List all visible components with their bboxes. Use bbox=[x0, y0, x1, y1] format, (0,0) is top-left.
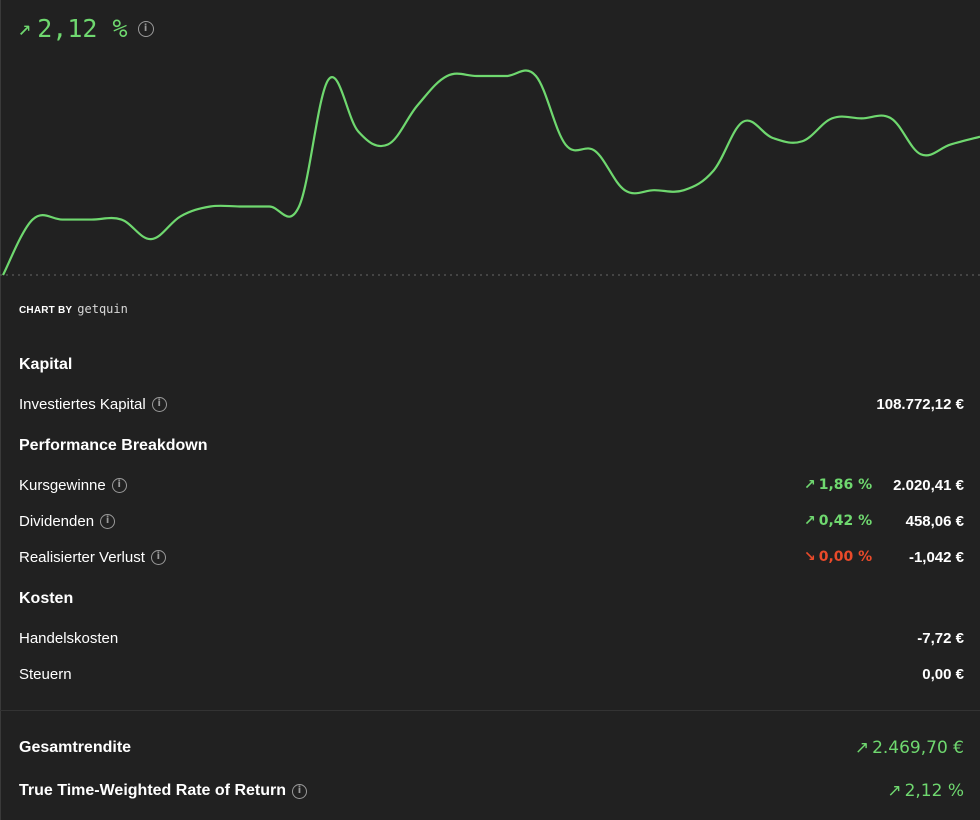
performance-line bbox=[2, 69, 980, 276]
arrow-up-right-icon: ↗ bbox=[804, 513, 816, 529]
chart-point[interactable] bbox=[799, 138, 805, 144]
gesamtrendite-value: ↗ 2.469,70 € bbox=[855, 738, 964, 758]
row-realisierter-verlust: Realisierter Verlust i ↘ 0,00 % -1,042 € bbox=[19, 546, 964, 568]
chart-point[interactable] bbox=[918, 151, 924, 157]
divider bbox=[0, 710, 980, 711]
kursgewinne-label: Kursgewinne bbox=[19, 476, 106, 494]
investiert-value: 108.772,12 € bbox=[876, 395, 964, 413]
kursgewinne-pct: ↗ 1,86 % bbox=[804, 477, 874, 493]
verlust-pct-value: 0,00 % bbox=[818, 549, 873, 565]
chart-point[interactable] bbox=[651, 187, 657, 193]
performance-headline: ↗ 2,12 % i bbox=[18, 14, 154, 43]
row-kursgewinne: Kursgewinne i ↗ 1,86 % 2.020,41 € bbox=[19, 474, 964, 496]
chart-point[interactable] bbox=[533, 73, 539, 79]
chart-point[interactable] bbox=[237, 203, 243, 209]
row-label: Realisierter Verlust i bbox=[19, 549, 166, 566]
performance-chart[interactable] bbox=[0, 0, 980, 300]
verlust-value: -1,042 € bbox=[908, 548, 964, 566]
chart-point[interactable] bbox=[711, 168, 717, 174]
info-icon[interactable]: i bbox=[292, 783, 307, 799]
verlust-label: Realisierter Verlust bbox=[19, 548, 145, 566]
row-investiertes-kapital: Investiertes Kapital i 108.772,12 € bbox=[19, 393, 964, 415]
kursgewinne-value: 2.020,41 € bbox=[893, 476, 964, 494]
chart-point[interactable] bbox=[355, 128, 361, 134]
chart-point[interactable] bbox=[89, 217, 95, 223]
chart-point[interactable] bbox=[859, 115, 865, 121]
section-title-kapital: Kapital bbox=[19, 356, 73, 373]
arrow-up-right-icon: ↗ bbox=[854, 738, 870, 758]
chart-point[interactable] bbox=[178, 213, 184, 219]
chart-point[interactable] bbox=[326, 76, 332, 82]
chart-point[interactable] bbox=[770, 135, 776, 141]
arrow-up-right-icon: ↗ bbox=[18, 16, 32, 41]
chart-point[interactable] bbox=[888, 115, 894, 121]
row-handelskosten: Handelskosten -7,72 € bbox=[19, 627, 964, 649]
chart-point[interactable] bbox=[118, 217, 124, 223]
info-icon[interactable]: i bbox=[100, 513, 116, 529]
section-title-kosten: Kosten bbox=[19, 590, 74, 607]
row-gesamtrendite: Gesamtrendite ↗ 2.469,70 € bbox=[19, 738, 964, 758]
chart-point[interactable] bbox=[207, 203, 213, 209]
chart-point[interactable] bbox=[444, 73, 450, 79]
chart-point[interactable] bbox=[592, 148, 598, 154]
chart-attribution: CHART BY getquin bbox=[19, 302, 128, 316]
section-title-breakdown: Performance Breakdown bbox=[19, 437, 208, 454]
ttwror-label: True Time-Weighted Rate of Return bbox=[19, 782, 286, 799]
chart-point[interactable] bbox=[414, 102, 420, 108]
chart-point[interactable] bbox=[148, 236, 154, 242]
headline-value: 2,12 % bbox=[37, 14, 128, 43]
chart-point[interactable] bbox=[563, 142, 569, 148]
chart-point[interactable] bbox=[296, 203, 302, 209]
steuern-label: Steuern bbox=[19, 665, 72, 683]
info-icon[interactable]: i bbox=[111, 477, 127, 493]
ttwror-value: ↗ 2,12 % bbox=[887, 781, 964, 801]
row-dividenden: Dividenden i ↗ 0,42 % 458,06 € bbox=[19, 510, 964, 532]
chart-point[interactable] bbox=[681, 187, 687, 193]
chart-point[interactable] bbox=[59, 217, 65, 223]
chart-point[interactable] bbox=[474, 73, 480, 79]
handelskosten-label: Handelskosten bbox=[19, 629, 119, 647]
handelskosten-value: -7,72 € bbox=[917, 629, 964, 647]
row-label: Kursgewinne i bbox=[19, 477, 127, 494]
row-steuern: Steuern 0,00 € bbox=[19, 663, 964, 685]
chart-point[interactable] bbox=[947, 142, 953, 148]
info-icon[interactable]: i bbox=[150, 549, 166, 565]
gesamtrendite-label: Gesamtrendite bbox=[19, 739, 132, 756]
verlust-pct: ↘ 0,00 % bbox=[804, 549, 874, 565]
chart-point[interactable] bbox=[503, 73, 509, 79]
ttwror-amount: 2,12 % bbox=[904, 781, 964, 801]
chart-point[interactable] bbox=[829, 115, 835, 121]
chart-by-brand[interactable]: getquin bbox=[77, 302, 128, 316]
chart-point[interactable] bbox=[30, 217, 36, 223]
chart-point[interactable] bbox=[622, 187, 628, 193]
arrow-down-right-icon: ↘ bbox=[804, 549, 816, 565]
dividenden-value: 458,06 € bbox=[905, 512, 964, 530]
row-label: Dividenden i bbox=[19, 512, 116, 530]
investiert-label: Investiertes Kapital bbox=[19, 395, 146, 413]
chart-by-label: CHART BY bbox=[19, 305, 73, 316]
chart-point[interactable] bbox=[266, 203, 272, 209]
chart-point[interactable] bbox=[385, 142, 391, 148]
kursgewinne-pct-value: 1,86 % bbox=[818, 477, 873, 493]
row-label: Investiertes Kapital i bbox=[19, 396, 167, 413]
gesamtrendite-amount: 2.469,70 € bbox=[872, 738, 964, 758]
info-icon[interactable]: i bbox=[137, 20, 154, 37]
dividenden-pct: ↗ 0,42 % bbox=[804, 513, 874, 529]
info-icon[interactable]: i bbox=[151, 396, 167, 412]
dividenden-label: Dividenden bbox=[19, 512, 95, 530]
ttwror-label-group: True Time-Weighted Rate of Return i bbox=[19, 782, 307, 800]
arrow-up-right-icon: ↗ bbox=[887, 781, 902, 801]
chart-point[interactable] bbox=[0, 272, 6, 278]
steuern-value: 0,00 € bbox=[922, 665, 964, 683]
dividenden-pct-value: 0,42 % bbox=[818, 513, 873, 529]
row-ttwror: True Time-Weighted Rate of Return i ↗ 2,… bbox=[19, 781, 964, 801]
chart-point[interactable] bbox=[740, 119, 746, 125]
arrow-up-right-icon: ↗ bbox=[804, 477, 816, 493]
